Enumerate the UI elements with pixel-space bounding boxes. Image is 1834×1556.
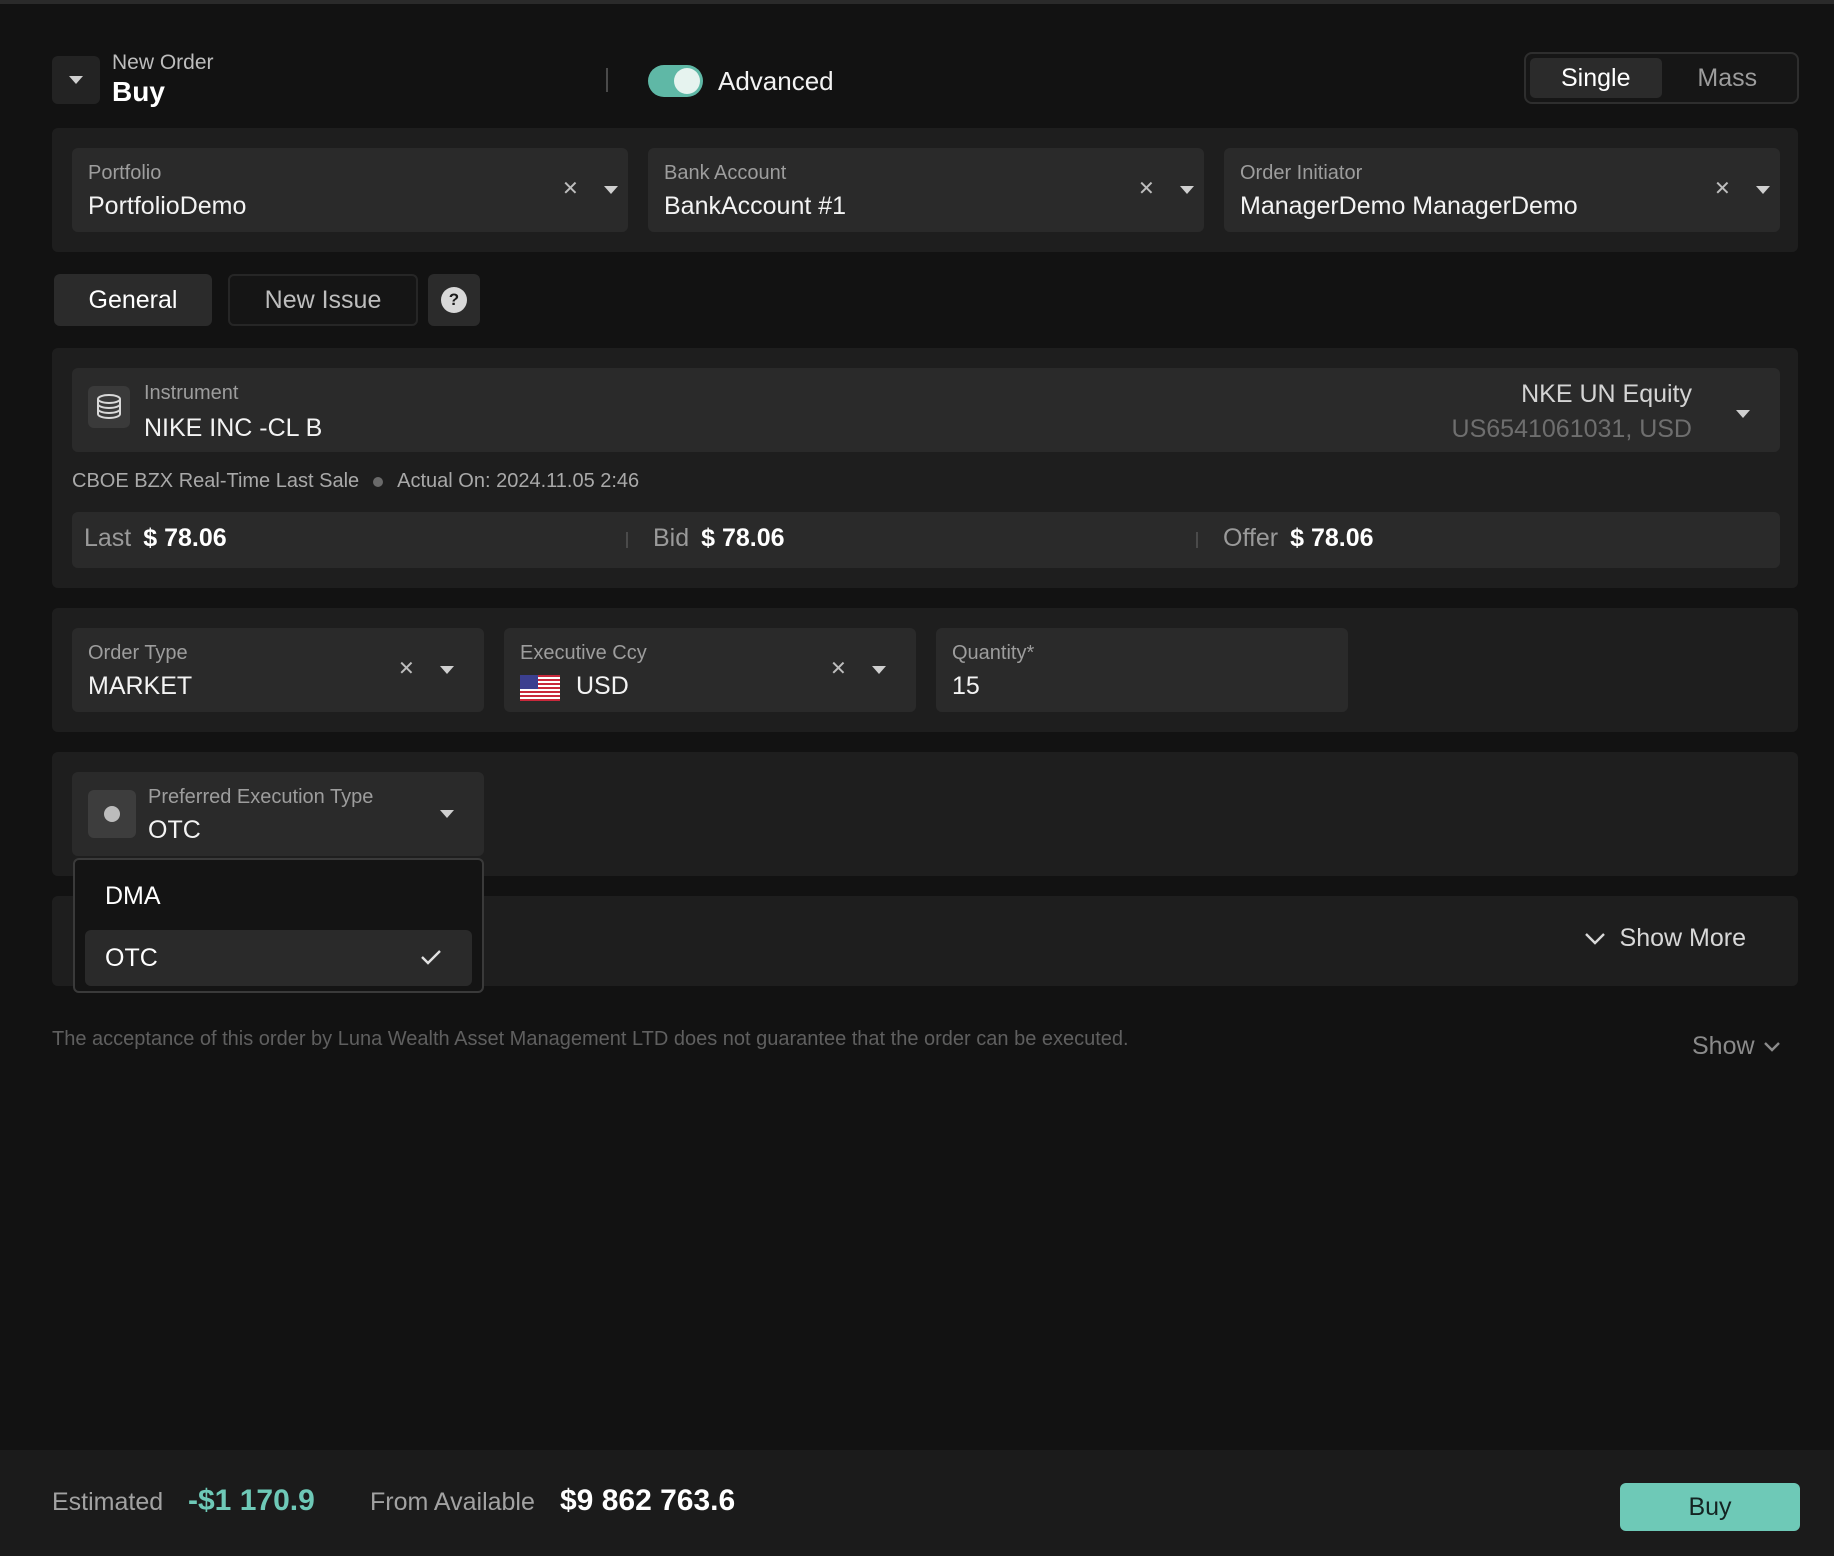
quote-value: $ 78.06 <box>143 524 227 552</box>
quantity-field[interactable]: Quantity* 15 <box>936 628 1348 712</box>
buy-button[interactable]: Buy <box>1620 1483 1800 1531</box>
quote-value: $ 78.06 <box>1290 524 1374 552</box>
quote-offer: Offer $ 78.06 <box>1223 524 1374 553</box>
show-more-button[interactable]: Show More <box>1584 924 1746 953</box>
header-divider <box>606 68 608 92</box>
portfolio-select[interactable]: Portfolio PortfolioDemo ✕ <box>72 148 628 232</box>
caret-down-icon[interactable] <box>1180 186 1194 194</box>
feed-timestamp: Actual On: 2024.11.05 2:46 <box>397 470 640 492</box>
order-type-value: MARKET <box>88 672 193 700</box>
show-label: Show <box>1692 1032 1755 1060</box>
bank-account-value: BankAccount #1 <box>664 192 847 220</box>
executive-ccy-value: USD <box>576 672 629 700</box>
collapse-order-button[interactable] <box>52 56 100 104</box>
bank-account-label: Bank Account <box>664 162 787 184</box>
option-dma[interactable]: DMA <box>85 868 472 924</box>
close-icon[interactable]: ✕ <box>1138 176 1155 201</box>
quotes-bar: Last $ 78.06 Bid $ 78.06 Offer $ 78.06 <box>72 512 1780 568</box>
toggle-knob <box>674 68 700 94</box>
close-icon[interactable]: ✕ <box>562 176 579 201</box>
show-more-label: Show More <box>1619 924 1746 952</box>
instrument-isin: US6541061031, USD <box>1451 415 1692 443</box>
caret-down-icon[interactable] <box>440 810 454 818</box>
instrument-select[interactable]: Instrument NIKE INC -CL B NKE UN Equity … <box>72 368 1780 452</box>
execution-type-value: OTC <box>148 816 201 844</box>
portfolio-label: Portfolio <box>88 162 162 184</box>
quantity-label: Quantity* <box>952 642 1035 664</box>
instrument-ticker: NKE UN Equity <box>1521 380 1692 408</box>
disclaimer-text: The acceptance of this order by Luna Wea… <box>52 1028 1129 1050</box>
chevron-down-icon <box>1584 932 1605 945</box>
order-initiator-value: ManagerDemo ManagerDemo <box>1240 192 1578 220</box>
order-params-panel: Order Type MARKET ✕ Executive Ccy USD ✕ … <box>52 608 1798 732</box>
order-type-label: Order Type <box>88 642 188 664</box>
us-flag-icon <box>520 675 560 701</box>
tab-general[interactable]: General <box>54 274 212 326</box>
instrument-label: Instrument <box>144 382 239 404</box>
caret-down-icon[interactable] <box>604 186 618 194</box>
quantity-input[interactable]: 15 <box>952 672 980 701</box>
bank-account-select[interactable]: Bank Account BankAccount #1 ✕ <box>648 148 1204 232</box>
option-otc[interactable]: OTC <box>85 930 472 986</box>
execution-type-label: Preferred Execution Type <box>148 786 374 808</box>
estimated-value: -$1 170.9 <box>188 1484 315 1517</box>
show-disclaimer-button[interactable]: Show <box>1692 1032 1781 1061</box>
feed-source: CBOE BZX Real-Time Last Sale <box>72 470 360 492</box>
feed-separator-dot <box>373 476 384 487</box>
help-button[interactable]: ? <box>428 274 480 326</box>
quote-label: Bid <box>653 524 690 552</box>
execution-type-select[interactable]: Preferred Execution Type OTC <box>72 772 484 856</box>
estimated-label: Estimated <box>52 1488 164 1516</box>
option-label: OTC <box>105 944 158 972</box>
close-icon[interactable]: ✕ <box>830 656 847 681</box>
accounts-panel: Portfolio PortfolioDemo ✕ Bank Account B… <box>52 128 1798 252</box>
order-initiator-label: Order Initiator <box>1240 162 1363 184</box>
quote-label: Last <box>84 524 132 552</box>
caret-down-icon[interactable] <box>440 666 454 674</box>
question-icon: ? <box>441 287 467 313</box>
advanced-toggle[interactable] <box>648 65 703 97</box>
available-value: $9 862 763.6 <box>560 1484 736 1517</box>
quote-bid: Bid $ 78.06 <box>653 524 785 553</box>
order-initiator-select[interactable]: Order Initiator ManagerDemo ManagerDemo … <box>1224 148 1780 232</box>
quote-divider <box>1196 532 1198 548</box>
caret-down-icon <box>69 76 83 84</box>
instrument-name: NIKE INC -CL B <box>144 414 323 442</box>
coins-stack-icon <box>88 386 130 428</box>
executive-ccy-select[interactable]: Executive Ccy USD ✕ <box>504 628 916 712</box>
order-title: Buy <box>112 76 165 107</box>
price-feed-info: CBOE BZX Real-Time Last Sale Actual On: … <box>72 470 639 493</box>
tab-new-issue[interactable]: New Issue <box>228 274 418 326</box>
mode-segmented-control: Single Mass <box>1524 52 1799 104</box>
caret-down-icon[interactable] <box>1756 186 1770 194</box>
caret-down-icon[interactable] <box>872 666 886 674</box>
mode-mass-option[interactable]: Mass <box>1662 58 1794 98</box>
top-border <box>0 0 1834 4</box>
order-footer: Estimated -$1 170.9 From Available $9 86… <box>0 1450 1834 1556</box>
executive-ccy-label: Executive Ccy <box>520 642 647 664</box>
close-icon[interactable]: ✕ <box>1714 176 1731 201</box>
check-icon <box>421 950 441 965</box>
advanced-label: Advanced <box>718 66 834 96</box>
quote-divider <box>626 532 628 548</box>
caret-down-icon[interactable] <box>1736 410 1750 418</box>
execution-type-icon <box>88 790 136 838</box>
quote-value: $ 78.06 <box>701 524 785 552</box>
quote-label: Offer <box>1223 524 1279 552</box>
portfolio-value: PortfolioDemo <box>88 192 247 220</box>
order-type-select[interactable]: Order Type MARKET ✕ <box>72 628 484 712</box>
order-subtitle: New Order <box>112 51 214 74</box>
mode-single-option[interactable]: Single <box>1530 58 1662 98</box>
execution-type-dropdown: DMA OTC <box>73 858 484 993</box>
quote-last: Last $ 78.06 <box>84 524 227 553</box>
chevron-down-icon <box>1763 1041 1780 1052</box>
available-label: From Available <box>370 1488 535 1516</box>
close-icon[interactable]: ✕ <box>398 656 415 681</box>
option-label: DMA <box>105 882 161 910</box>
